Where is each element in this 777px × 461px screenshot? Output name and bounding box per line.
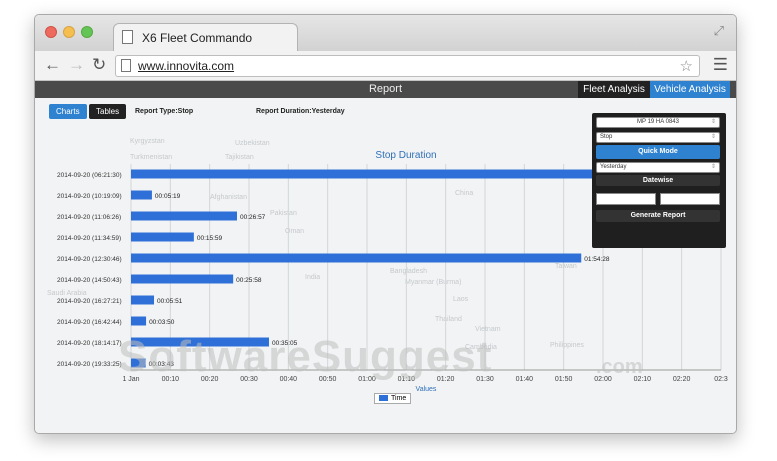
report-content: Kyrgyzstan Turkmenistan Tajikistan Afghanis… xyxy=(35,98,736,433)
tab-fleet-analysis[interactable]: Fleet Analysis xyxy=(578,81,650,98)
bar-time xyxy=(131,253,582,263)
bookmark-star-icon[interactable]: ☆ xyxy=(680,57,693,75)
fullscreen-icon[interactable]: ⤢ xyxy=(714,23,724,39)
bar-time xyxy=(131,169,662,179)
forward-button[interactable]: → xyxy=(68,55,85,75)
vehicle-select-value: MP 19 HA 0843 xyxy=(637,119,679,125)
category-label: 2014-09-20 (16:42:44) xyxy=(57,319,122,326)
app-header: Report Fleet Analysis Vehicle Analysis xyxy=(35,81,736,98)
end-date-input[interactable] xyxy=(660,193,720,205)
duration-select[interactable]: Yesterday ⇕ xyxy=(596,162,720,173)
back-button[interactable]: ← xyxy=(44,55,61,75)
report-type-select[interactable]: Stop ⇕ xyxy=(596,132,720,143)
vehicle-select[interactable]: MP 19 HA 0843 ⇕ xyxy=(596,117,720,128)
category-label: 2014-09-20 (18:14:17) xyxy=(57,340,122,347)
bar-value-label: 00:05:19 xyxy=(155,193,181,200)
category-label: 2014-09-20 (19:33:25) xyxy=(57,361,122,368)
duration-select-value: Yesterday xyxy=(600,164,627,170)
datewise-button[interactable]: Datewise xyxy=(596,175,720,186)
bar-time xyxy=(131,274,234,284)
category-label: 2014-09-20 (10:19:09) xyxy=(57,193,122,200)
title-bar: X6 Fleet Commando ⤢ xyxy=(35,15,736,51)
url-text: www.innovita.com xyxy=(138,59,235,73)
bar-time xyxy=(131,211,238,221)
bar-time xyxy=(131,190,152,200)
chart-legend[interactable]: Time xyxy=(374,393,412,404)
quick-mode-button[interactable]: Quick Mode xyxy=(596,145,720,159)
category-label: 2014-09-20 (06:21:30) xyxy=(57,172,122,179)
start-date-input[interactable] xyxy=(596,193,656,205)
legend-swatch xyxy=(379,395,388,402)
x-tick-label: 01:50 xyxy=(555,376,573,383)
x-axis-title: Values xyxy=(416,386,437,393)
bar-value-label: 01:54:28 xyxy=(584,256,610,263)
tab-title: X6 Fleet Commando xyxy=(142,31,253,45)
bar-time xyxy=(131,232,194,242)
chevron-updown-icon: ⇕ xyxy=(710,119,716,125)
page-icon xyxy=(122,30,133,44)
vehicle-analysis-panel: MP 19 HA 0843 ⇕ Stop ⇕ Quick Mode Yesterda… xyxy=(592,113,726,248)
bar-value-label: 00:03:50 xyxy=(149,319,175,326)
watermark: SoftwareSuggest xyxy=(118,332,493,381)
x-tick-label: 01:40 xyxy=(516,376,534,383)
category-label: 2014-09-20 (11:34:59) xyxy=(57,235,121,242)
generate-report-button[interactable]: Generate Report xyxy=(596,210,720,222)
maximize-window-button[interactable] xyxy=(81,26,93,38)
x-tick-label: 02:3 xyxy=(714,376,728,383)
chart-title: Stop Duration xyxy=(375,150,436,161)
bar-time xyxy=(131,316,147,326)
browser-tab[interactable]: X6 Fleet Commando xyxy=(113,23,298,51)
minimize-window-button[interactable] xyxy=(63,26,75,38)
category-label: 2014-09-20 (12:30:46) xyxy=(57,256,122,263)
bar-value-label: 00:26:57 xyxy=(240,214,266,221)
category-label: 2014-09-20 (16:27:21) xyxy=(57,298,122,305)
bar-value-label: 00:25:58 xyxy=(236,277,262,284)
url-input[interactable]: www.innovita.com ☆ xyxy=(115,55,700,77)
bar-value-label: 00:05:51 xyxy=(157,298,183,305)
browser-menu-icon[interactable]: ☰ xyxy=(713,55,728,75)
page-icon xyxy=(121,59,131,72)
tab-vehicle-analysis[interactable]: Vehicle Analysis xyxy=(650,81,730,98)
close-window-button[interactable] xyxy=(45,26,57,38)
category-label: 2014-09-20 (11:06:26) xyxy=(57,214,121,221)
legend-label: Time xyxy=(391,395,407,402)
chevron-updown-icon: ⇕ xyxy=(710,134,716,140)
report-type-select-value: Stop xyxy=(600,134,613,140)
x-tick-label: 02:20 xyxy=(673,376,691,383)
category-label: 2014-09-20 (14:50:43) xyxy=(57,277,122,284)
bar-time xyxy=(131,295,155,305)
address-bar: ← → ↻ www.innovita.com ☆ ☰ xyxy=(35,51,736,81)
bar-value-label: 00:15:59 xyxy=(197,235,223,242)
watermark-suffix: .com xyxy=(596,356,643,378)
chevron-updown-icon: ⇕ xyxy=(710,164,716,170)
reload-button[interactable]: ↻ xyxy=(92,55,106,75)
